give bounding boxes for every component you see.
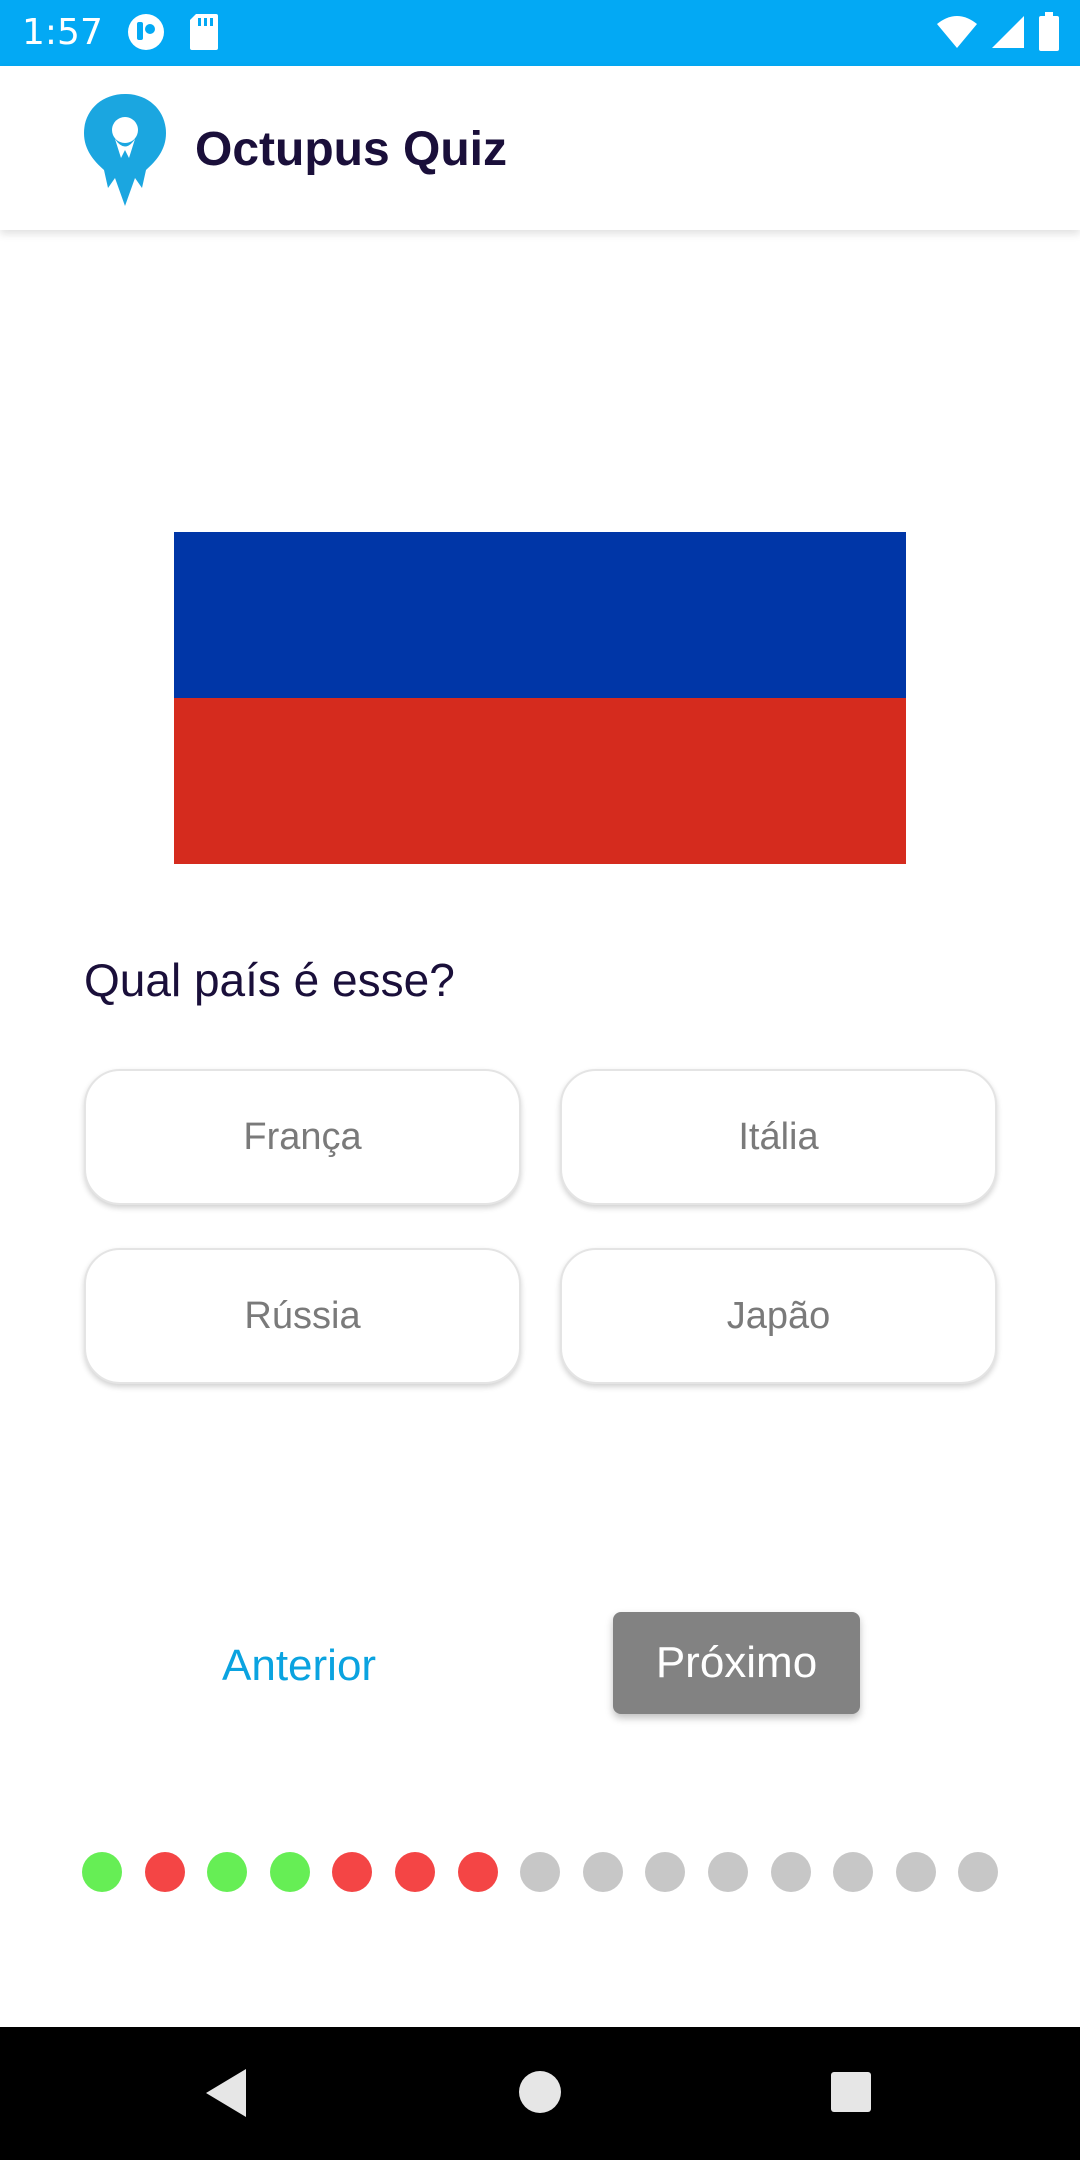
progress-dot-pending <box>958 1852 998 1892</box>
app-bar: Octupus Quiz <box>0 66 1080 230</box>
progress-dot-wrong <box>332 1852 372 1892</box>
progress-dot-correct <box>207 1852 247 1892</box>
progress-dot-pending <box>896 1852 936 1892</box>
answer-button-3[interactable]: Rússia <box>84 1248 521 1384</box>
answer-button-2[interactable]: Itália <box>560 1069 997 1205</box>
progress-dot-pending <box>708 1852 748 1892</box>
progress-indicator <box>82 1852 1002 1892</box>
question-text: Qual país é esse? <box>84 954 455 1006</box>
progress-dot-correct <box>82 1852 122 1892</box>
progress-dot-pending <box>833 1852 873 1892</box>
progress-dot-wrong <box>458 1852 498 1892</box>
status-time: 1:57 <box>22 12 103 53</box>
progress-dot-wrong <box>145 1852 185 1892</box>
progress-dot-pending <box>520 1852 560 1892</box>
progress-dot-pending <box>771 1852 811 1892</box>
progress-dot-pending <box>583 1852 623 1892</box>
answer-button-1[interactable]: França <box>84 1069 521 1205</box>
next-button[interactable]: Próximo <box>613 1612 860 1714</box>
status-bar: 1:57 <box>0 0 1080 66</box>
progress-dot-wrong <box>395 1852 435 1892</box>
octopus-pin-icon <box>82 92 168 213</box>
flag-stripe-top <box>174 532 906 698</box>
wifi-icon <box>936 14 978 55</box>
battery-icon <box>1038 12 1060 57</box>
cell-signal-icon <box>990 14 1026 55</box>
back-icon[interactable] <box>202 2063 252 2128</box>
answer-button-4[interactable]: Japão <box>560 1248 997 1384</box>
progress-dot-correct <box>270 1852 310 1892</box>
question-flag <box>174 532 906 864</box>
progress-dot-pending <box>645 1852 685 1892</box>
recents-icon[interactable] <box>829 2070 873 2119</box>
app-notification-icon <box>126 12 166 57</box>
system-nav-bar <box>0 2027 1080 2160</box>
flag-stripe-bottom <box>174 698 906 864</box>
app-title: Octupus Quiz <box>195 123 507 176</box>
previous-button[interactable]: Anterior <box>222 1638 376 1694</box>
home-icon[interactable] <box>517 2069 563 2120</box>
sd-card-icon <box>188 12 220 57</box>
